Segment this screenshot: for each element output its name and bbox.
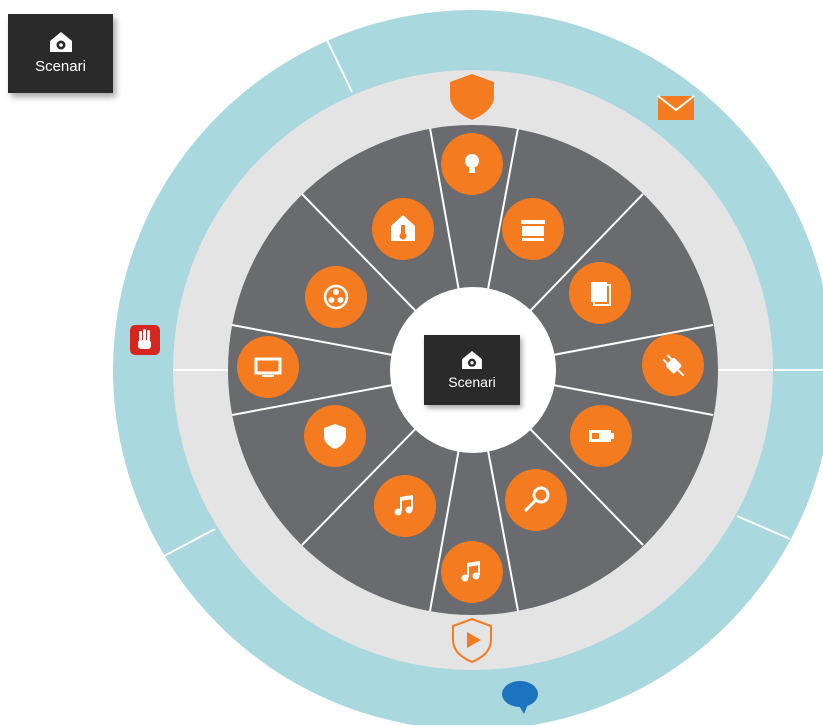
blinds-button[interactable] [502, 198, 564, 260]
battery-icon [589, 430, 614, 442]
scenari-tile-corner[interactable]: Scenari [8, 14, 113, 93]
home-gear-icon [462, 350, 482, 369]
music-button-bottom[interactable] [441, 541, 503, 603]
control-wheel [113, 10, 823, 725]
energy-plug-button[interactable] [642, 334, 704, 396]
home-gear-icon [49, 32, 72, 52]
tv-button[interactable] [237, 336, 299, 398]
mail-icon[interactable] [657, 95, 695, 120]
music-button-lower-left[interactable] [374, 475, 436, 537]
lightbulb-button[interactable] [441, 133, 503, 195]
key-button[interactable] [505, 469, 567, 531]
document-button[interactable] [569, 262, 631, 324]
stop-hand-icon[interactable] [130, 325, 160, 355]
security-shield-button[interactable] [304, 405, 366, 467]
scenari-label: Scenari [35, 58, 86, 75]
battery-button[interactable] [570, 405, 632, 467]
scenari-label: Scenari [448, 373, 496, 390]
fan-button[interactable] [305, 266, 367, 328]
scenari-tile-center[interactable]: Scenari [424, 335, 520, 405]
thermostat-button[interactable] [372, 198, 434, 260]
